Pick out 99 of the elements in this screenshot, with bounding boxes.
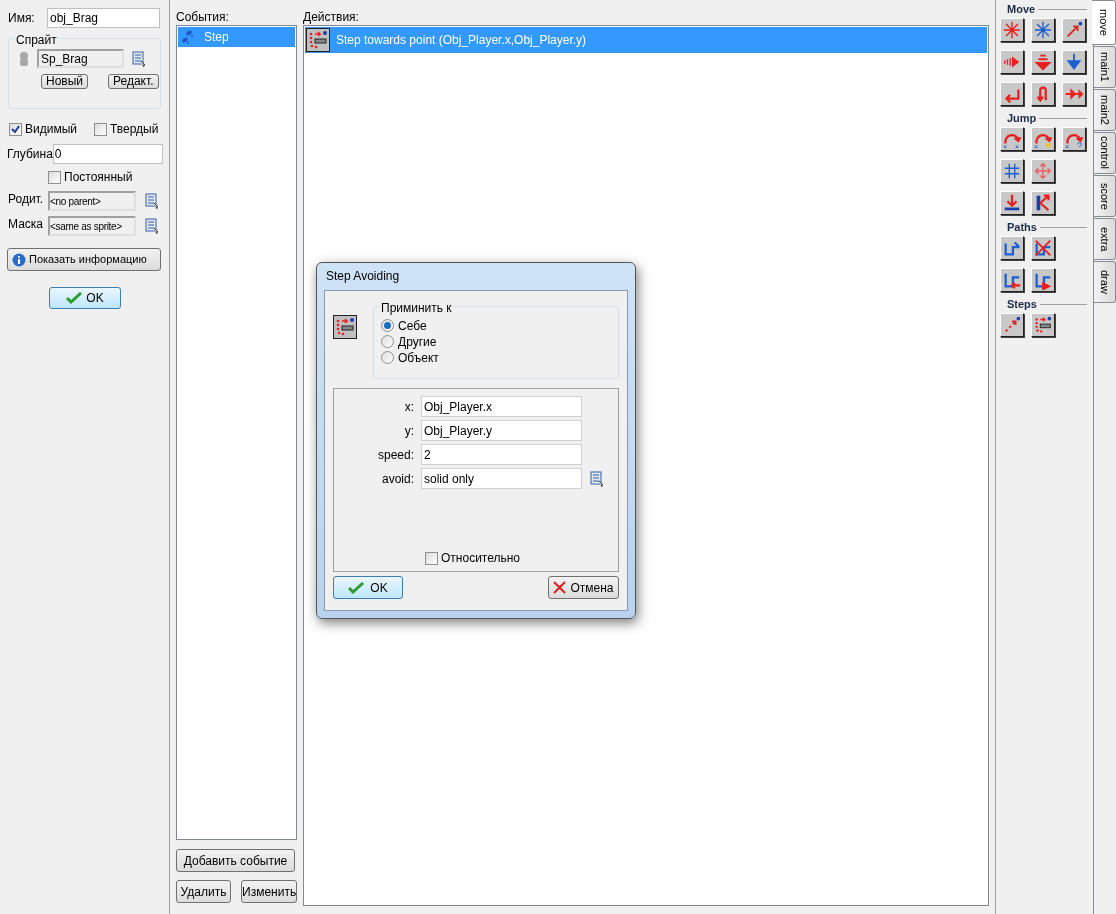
visible-label: Видимый [25, 121, 77, 138]
palette-tab[interactable]: extra [1094, 218, 1116, 260]
grid-icon [1002, 161, 1022, 181]
relative-label: Относительно [441, 550, 521, 567]
actions-label: Действия: [303, 9, 360, 25]
dotted-arrow-bar-icon [307, 29, 329, 51]
arrow-dot-icon [1064, 20, 1084, 40]
ok-button[interactable]: OK [49, 287, 121, 309]
argument-field[interactable]: Obj_Player.x [421, 396, 582, 417]
cross-icon [553, 581, 567, 594]
dialog-ok-button[interactable]: OK [333, 576, 403, 599]
palette-button[interactable] [1000, 236, 1024, 260]
palette-button[interactable] [1062, 82, 1086, 106]
palette-button[interactable] [1062, 127, 1086, 151]
argument-field[interactable]: Obj_Player.y [421, 420, 582, 441]
argument-label: avoid: [380, 470, 415, 488]
palette-group-label: Steps [1007, 297, 1037, 311]
argument-field[interactable]: solid only [421, 468, 582, 489]
depth-label: Глубина [7, 146, 53, 163]
footsteps-icon [180, 29, 194, 45]
palette-tab[interactable]: main1 [1094, 46, 1116, 88]
radio-label: Другие [398, 333, 437, 351]
palette-button[interactable] [1031, 50, 1055, 74]
delete-button[interactable]: Удалить [176, 880, 231, 903]
palette-button[interactable] [1031, 159, 1055, 183]
argument-field[interactable]: 2 [421, 444, 582, 465]
palette-button[interactable] [1000, 18, 1024, 42]
palette-group-label: Move [1007, 2, 1036, 16]
persistent-label: Постоянный [64, 169, 133, 186]
parent-label: Родит. [8, 191, 45, 208]
palette-button[interactable] [1000, 191, 1024, 215]
palette-button[interactable] [1000, 82, 1024, 106]
palette-button[interactable] [1000, 127, 1024, 151]
check-icon [348, 581, 365, 594]
eight-arrows-icon [1002, 20, 1022, 40]
parent-field[interactable]: <no parent> [48, 191, 136, 211]
name-label: Имя: [8, 10, 36, 27]
solid-label: Твердый [110, 121, 159, 138]
sprite-button[interactable]: Новый [41, 74, 89, 89]
palette-tab[interactable]: draw [1094, 261, 1116, 303]
eight-arrows-icon [1033, 20, 1053, 40]
sprite-field[interactable]: Sp_Brag [37, 49, 124, 68]
palette-tab[interactable]: main2 [1094, 89, 1116, 131]
checkbox[interactable] [9, 122, 22, 136]
name-field[interactable]: obj_Brag [47, 8, 160, 28]
palette-tab[interactable]: score [1094, 175, 1116, 217]
arrow-down-icon [1064, 52, 1084, 72]
depth-field[interactable]: 0 [52, 144, 163, 164]
palette-group-label: Paths [1007, 220, 1037, 234]
argument-label: x: [403, 398, 415, 416]
dotted-arrow-icon [1002, 315, 1022, 335]
dialog-cancel-button[interactable]: Отмена [548, 576, 619, 599]
list-icon[interactable] [145, 193, 159, 209]
sprite-legend: Спрайт [15, 31, 58, 49]
palette-button[interactable] [1062, 18, 1086, 42]
palette-button[interactable] [1062, 50, 1086, 74]
change-button[interactable]: Изменить [241, 880, 297, 903]
four-arrows-icon [1033, 161, 1053, 181]
radio-button[interactable] [381, 351, 394, 364]
palette-button[interactable] [1031, 191, 1055, 215]
palette-button[interactable] [1031, 18, 1055, 42]
mask-label: Маска [8, 216, 44, 233]
palette-button[interactable] [1000, 268, 1024, 292]
palette-button[interactable] [1000, 313, 1024, 337]
radio-label: Объект [398, 349, 439, 367]
palette-tab[interactable]: move [1092, 0, 1116, 45]
palette-group-label: Jump [1007, 111, 1037, 125]
path-cross-icon [1033, 238, 1053, 258]
check-icon [66, 292, 83, 304]
radio-label: Себе [398, 317, 427, 335]
list-icon[interactable] [590, 470, 604, 487]
checkbox[interactable] [425, 551, 438, 565]
palette-button[interactable] [1031, 313, 1055, 337]
radio-button[interactable] [381, 319, 394, 332]
dotted-arrow-bar-icon [334, 316, 356, 338]
dialog-title: Step Avoiding [325, 268, 401, 285]
events-label: События: [176, 9, 230, 25]
list-icon[interactable] [132, 50, 146, 67]
argument-label: speed: [376, 446, 415, 464]
figure-icon [17, 50, 31, 67]
mask-field[interactable]: <same as sprite> [48, 216, 136, 236]
info-icon [12, 252, 26, 267]
palette-button[interactable] [1000, 50, 1024, 74]
list-icon[interactable] [145, 218, 159, 234]
palette-button[interactable] [1031, 268, 1055, 292]
radio-button[interactable] [381, 335, 394, 348]
checkbox[interactable] [48, 170, 61, 184]
palette-tab[interactable]: control [1094, 132, 1116, 174]
palette-button[interactable] [1031, 236, 1055, 260]
palette-button[interactable] [1031, 82, 1055, 106]
palette-button[interactable] [1000, 159, 1024, 183]
checkbox[interactable] [94, 122, 107, 136]
sprite-button[interactable]: Редакт. [108, 74, 159, 89]
cone-arrow-down-icon [1033, 52, 1053, 72]
argument-label: y: [403, 422, 415, 440]
palette-button[interactable] [1031, 127, 1055, 151]
show-info-button[interactable]: Показать информацию [7, 248, 161, 271]
arrow-down-bar-icon [1002, 193, 1022, 213]
add-event-button[interactable]: Добавить событие [176, 849, 295, 872]
